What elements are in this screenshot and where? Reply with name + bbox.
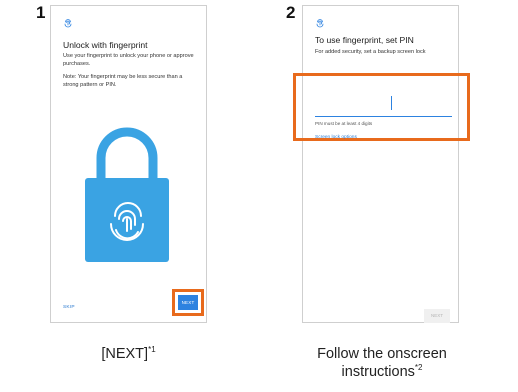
step-number-1: 1 xyxy=(36,3,46,22)
text-cursor xyxy=(391,96,392,110)
pin-hint: PIN must be at least 4 digits xyxy=(315,121,373,126)
screen-description: For added security, set a backup screen … xyxy=(315,49,426,55)
step-number-2: 2 xyxy=(286,3,296,22)
caption-step1-footnote: *1 xyxy=(148,345,156,355)
next-button[interactable]: NEXT xyxy=(178,295,198,310)
pin-input-underline xyxy=(315,116,452,117)
caption-step1: [NEXT]*1 xyxy=(50,345,207,363)
caption-step2-line2: instructions xyxy=(341,364,415,380)
screen-note: Note: Your fingerprint may be less secur… xyxy=(63,74,183,88)
caption-step2-footnote: *2 xyxy=(414,363,423,373)
screen-title: Unlock with fingerprint xyxy=(63,40,148,50)
screen-description: Use your fingerprint to unlock your phon… xyxy=(63,53,194,67)
caption-step2-line2-wrap: instructions*2 xyxy=(282,363,482,381)
caption-step2: Follow the onscreen instructions*2 xyxy=(282,345,482,381)
padlock-fingerprint-illustration xyxy=(85,127,169,262)
phone-screen-step2: To use fingerprint, set PIN For added se… xyxy=(293,5,470,323)
phone-screen-step1: Unlock with fingerprint Use your fingerp… xyxy=(50,5,207,323)
fingerprint-icon xyxy=(316,19,324,28)
caption-step1-text: [NEXT] xyxy=(101,346,149,362)
caption-step2-line1: Follow the onscreen xyxy=(317,346,447,362)
next-button-highlight: NEXT xyxy=(172,289,204,316)
fingerprint-icon xyxy=(64,19,72,28)
skip-button[interactable]: SKIP xyxy=(63,305,75,310)
pin-input[interactable] xyxy=(315,96,452,118)
screen-lock-options-link[interactable]: Screen lock options xyxy=(315,135,357,140)
next-button-disabled[interactable]: NEXT xyxy=(424,309,450,323)
screen-title: To use fingerprint, set PIN xyxy=(315,35,414,45)
